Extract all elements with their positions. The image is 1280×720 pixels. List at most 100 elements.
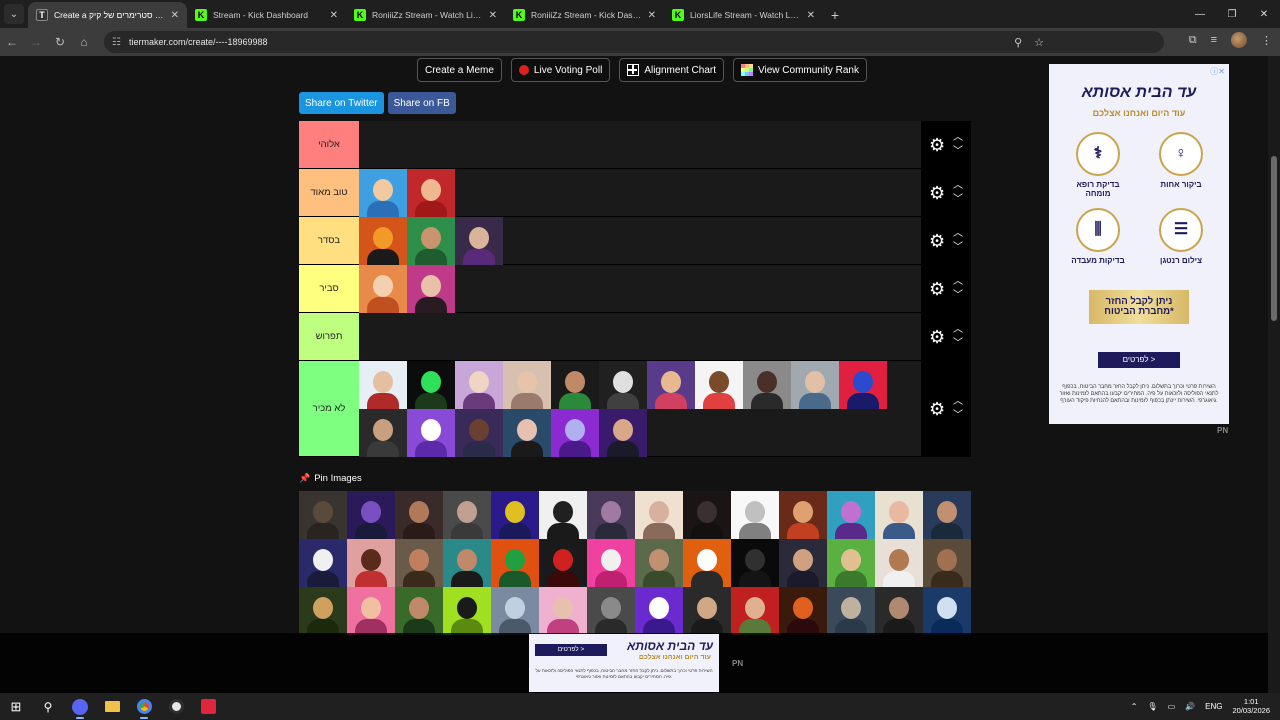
tier-item[interactable] xyxy=(359,409,407,457)
tier-item[interactable] xyxy=(503,361,551,409)
chevron-down-icon[interactable]: ﹀ xyxy=(953,242,963,253)
tier-item[interactable] xyxy=(407,169,455,217)
close-window-icon[interactable]: ✕ xyxy=(1248,0,1280,28)
extensions-icon[interactable]: ⧉ xyxy=(1189,34,1197,47)
tier-item[interactable] xyxy=(455,361,503,409)
tier-label[interactable]: לא מכיר xyxy=(299,361,359,456)
tier-item[interactable] xyxy=(359,361,407,409)
browser-tab[interactable]: K Stream - Kick Dashboard ✕ xyxy=(187,2,346,28)
site-info-icon[interactable]: ☷ xyxy=(112,37,121,48)
app-icon[interactable] xyxy=(192,693,224,720)
restore-icon[interactable]: ❐ xyxy=(1216,0,1248,28)
pin-image[interactable] xyxy=(731,539,779,587)
pin-image[interactable] xyxy=(827,491,875,539)
pin-image[interactable] xyxy=(731,491,779,539)
chevron-up-icon[interactable]: ︿ xyxy=(953,276,963,287)
chevron-down-icon[interactable]: ﹀ xyxy=(953,194,963,205)
language-indicator[interactable]: ENG xyxy=(1205,702,1222,711)
ad-details-button[interactable]: לפרטים > xyxy=(1098,352,1180,368)
tier-label[interactable]: בסדר xyxy=(299,217,359,264)
file-explorer-icon[interactable] xyxy=(96,693,128,720)
tier-drop-zone[interactable] xyxy=(359,217,921,265)
gear-icon[interactable]: ⚙ xyxy=(929,232,945,250)
pin-image[interactable] xyxy=(395,491,443,539)
pin-image[interactable] xyxy=(875,491,923,539)
pin-image[interactable] xyxy=(587,539,635,587)
back-icon[interactable]: ← xyxy=(0,30,24,54)
search-icon[interactable]: ⚲ xyxy=(32,693,64,720)
tier-item[interactable] xyxy=(359,169,407,217)
pin-image[interactable] xyxy=(539,491,587,539)
pin-image[interactable] xyxy=(875,587,923,635)
close-tab-icon[interactable]: ✕ xyxy=(648,10,656,21)
chevron-down-icon[interactable]: ﹀ xyxy=(953,290,963,301)
tier-label[interactable]: אלוהי xyxy=(299,121,359,168)
pin-image[interactable] xyxy=(683,587,731,635)
reload-icon[interactable]: ↻ xyxy=(48,30,72,54)
chevron-up-icon[interactable]: ︿ xyxy=(953,324,963,335)
pin-image[interactable] xyxy=(299,491,347,539)
home-icon[interactable]: ⌂ xyxy=(72,30,96,54)
pin-image[interactable] xyxy=(923,539,971,587)
tier-item[interactable] xyxy=(359,217,407,265)
page-scrollbar[interactable] xyxy=(1268,56,1280,693)
bookmark-star-icon[interactable]: ☆ xyxy=(1034,36,1044,49)
bottom-advertisement[interactable]: עד הבית אסותא עוד היום ואנחנו אצלכם לפרט… xyxy=(529,634,719,692)
new-tab-button[interactable]: + xyxy=(823,2,847,28)
tier-label[interactable]: סביר xyxy=(299,265,359,312)
share-facebook-button[interactable]: Share on FB xyxy=(387,92,456,114)
discord-icon[interactable] xyxy=(64,693,96,720)
pin-image[interactable] xyxy=(491,491,539,539)
ad-choices-icon[interactable]: ⓘ✕ xyxy=(1210,66,1225,77)
tier-label[interactable]: תפרוש xyxy=(299,313,359,360)
gear-icon[interactable]: ⚙ xyxy=(929,280,945,298)
pin-image[interactable] xyxy=(443,587,491,635)
tier-drop-zone[interactable] xyxy=(359,121,921,168)
pin-image[interactable] xyxy=(731,587,779,635)
browser-tab[interactable]: K RoniiiZz Stream - Watch Live on ✕ xyxy=(346,2,505,28)
pin-image[interactable] xyxy=(491,587,539,635)
forward-icon[interactable]: → xyxy=(24,30,48,54)
gear-icon[interactable]: ⚙ xyxy=(929,400,945,418)
live-voting-button[interactable]: Live Voting Poll xyxy=(510,58,611,82)
chevron-down-icon[interactable]: ﹀ xyxy=(953,410,963,421)
pin-image[interactable] xyxy=(347,491,395,539)
tier-drop-zone[interactable] xyxy=(359,265,921,313)
tier-item[interactable] xyxy=(455,217,503,265)
browser-tab[interactable]: K RoniiiZz Stream - Kick Dashboa ✕ xyxy=(505,2,664,28)
tier-item[interactable] xyxy=(407,217,455,265)
tier-item[interactable] xyxy=(455,409,503,457)
zoom-icon[interactable]: ⚲ xyxy=(1014,36,1022,49)
pin-image[interactable] xyxy=(347,587,395,635)
tier-item[interactable] xyxy=(599,409,647,457)
chevron-down-icon[interactable]: ﹀ xyxy=(953,146,963,157)
network-icon[interactable]: ▭ xyxy=(1168,702,1176,711)
alignment-chart-button[interactable]: Alignment Chart xyxy=(619,58,725,82)
pin-image[interactable] xyxy=(635,491,683,539)
chevron-up-icon[interactable]: ︿ xyxy=(953,132,963,143)
tier-item[interactable] xyxy=(359,265,407,313)
windows-start-icon[interactable]: ⊞ xyxy=(0,693,32,720)
tier-item[interactable] xyxy=(599,361,647,409)
close-tab-icon[interactable]: ✕ xyxy=(171,10,179,21)
tier-item[interactable] xyxy=(503,409,551,457)
minimize-icon[interactable]: — xyxy=(1184,0,1216,28)
browser-tab[interactable]: K LiorsLife Stream - Watch Live on ✕ xyxy=(664,2,823,28)
gear-icon[interactable]: ⚙ xyxy=(929,184,945,202)
menu-icon[interactable]: ⋮ xyxy=(1261,34,1272,47)
pin-image[interactable] xyxy=(587,587,635,635)
tier-label[interactable]: טוב מאוד xyxy=(299,169,359,216)
media-control-icon[interactable]: ≡ xyxy=(1211,34,1217,46)
tier-item[interactable] xyxy=(695,361,743,409)
pin-image[interactable] xyxy=(539,587,587,635)
tier-item[interactable] xyxy=(407,361,455,409)
chevron-up-icon[interactable]: ︿ xyxy=(953,228,963,239)
close-tab-icon[interactable]: ✕ xyxy=(330,10,338,21)
profile-avatar[interactable] xyxy=(1231,32,1247,48)
pin-image[interactable] xyxy=(683,539,731,587)
tier-item[interactable] xyxy=(839,361,887,409)
pin-image[interactable] xyxy=(587,491,635,539)
tier-item[interactable] xyxy=(743,361,791,409)
tier-item[interactable] xyxy=(647,361,695,409)
pin-image[interactable] xyxy=(299,539,347,587)
